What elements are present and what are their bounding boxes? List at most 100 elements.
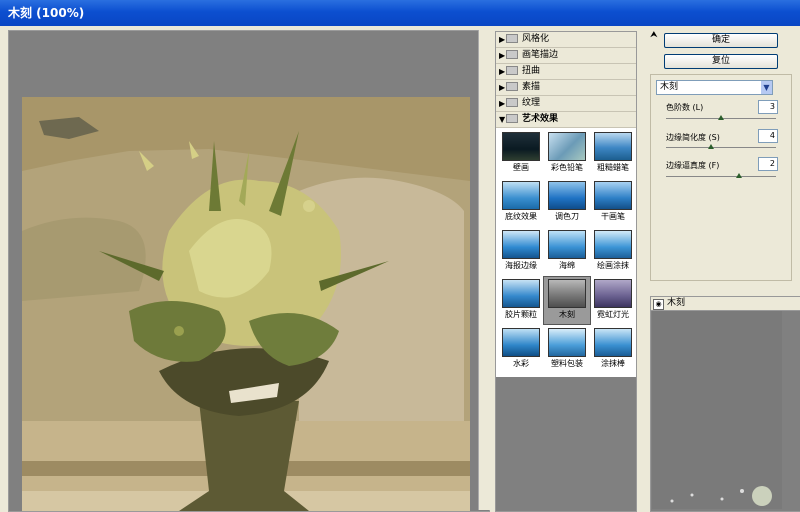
layers-list-area bbox=[652, 311, 782, 509]
filter-thumb-sponge[interactable]: 海绵 bbox=[544, 228, 590, 275]
expand-arrow-icon: ▶ bbox=[499, 35, 506, 44]
folder-icon bbox=[506, 50, 518, 59]
collapse-arrow-icon: ▼ bbox=[499, 115, 506, 124]
thumb-label: 胶片颗粒 bbox=[505, 310, 537, 319]
param-label-levels: 色阶数 (L) bbox=[666, 103, 704, 112]
slider-knob[interactable] bbox=[708, 144, 714, 149]
thumbnail-image bbox=[502, 328, 540, 357]
thumb-label: 水彩 bbox=[513, 359, 529, 368]
category-sketch[interactable]: ▶ 素描 bbox=[496, 80, 636, 96]
thumbnail-image bbox=[548, 328, 586, 357]
chevron-down-icon: ▼ bbox=[761, 81, 772, 94]
thumb-label: 海绵 bbox=[559, 261, 575, 270]
thumbnail-image bbox=[548, 132, 586, 161]
levels-input[interactable]: 3 bbox=[758, 100, 778, 114]
filter-gallery: ▶ 风格化 ▶ 画笔描边 ▶ 扭曲 ▶ 素描 ▶ 纹理 ▼ 艺术效果 壁画 彩色铅笔 粗糙蜡… bbox=[495, 31, 637, 512]
folder-icon bbox=[506, 34, 518, 43]
thumb-label: 涂抹棒 bbox=[601, 359, 625, 368]
thumbnail-image bbox=[502, 132, 540, 161]
collapse-gallery-icon[interactable]: ⮝ bbox=[650, 30, 658, 40]
filter-thumb-colored-pencil[interactable]: 彩色铅笔 bbox=[544, 130, 590, 177]
filter-thumb-plastic-wrap[interactable]: 塑料包装 bbox=[544, 326, 590, 373]
thumb-label: 霓虹灯光 bbox=[597, 310, 629, 319]
levels-slider[interactable] bbox=[666, 115, 776, 120]
filter-thumb-film-grain[interactable]: 胶片颗粒 bbox=[498, 277, 544, 324]
thumbnail-image bbox=[502, 230, 540, 259]
preview-scrollbar[interactable] bbox=[478, 30, 491, 510]
thumb-label: 底纹效果 bbox=[505, 212, 537, 221]
title-bar: 木刻 (100%) bbox=[0, 0, 800, 26]
eye-icon[interactable]: ◉ bbox=[653, 299, 664, 310]
edge-fidelity-slider[interactable] bbox=[666, 173, 776, 178]
thumbnail-image bbox=[594, 132, 632, 161]
filter-thumb-paint-daubs[interactable]: 绘画涂抹 bbox=[590, 228, 636, 275]
category-label: 风格化 bbox=[522, 34, 550, 44]
category-artistic[interactable]: ▼ 艺术效果 bbox=[496, 112, 636, 128]
expand-arrow-icon: ▶ bbox=[499, 83, 506, 92]
edge-simplicity-slider[interactable] bbox=[666, 144, 776, 149]
edge-fidelity-input[interactable]: 2 bbox=[758, 157, 778, 171]
slider-knob[interactable] bbox=[718, 115, 724, 120]
category-brush-strokes[interactable]: ▶ 画笔描边 bbox=[496, 48, 636, 64]
thumbnail-image bbox=[502, 181, 540, 210]
thumbnail-image bbox=[502, 279, 540, 308]
thumb-label: 绘画涂抹 bbox=[597, 261, 629, 270]
thumb-label: 壁画 bbox=[513, 163, 529, 172]
thumbnail-image bbox=[548, 181, 586, 210]
slider-knob[interactable] bbox=[736, 173, 742, 178]
folder-icon bbox=[506, 98, 518, 107]
window-title: 木刻 (100%) bbox=[8, 6, 85, 20]
category-texture[interactable]: ▶ 纹理 bbox=[496, 96, 636, 112]
expand-arrow-icon: ▶ bbox=[499, 99, 506, 108]
category-stylize[interactable]: ▶ 风格化 bbox=[496, 32, 636, 48]
preview-canvas[interactable] bbox=[8, 30, 490, 512]
category-label: 纹理 bbox=[522, 98, 541, 108]
thumbnail-image bbox=[548, 279, 586, 308]
folder-icon bbox=[506, 82, 518, 91]
param-label-edge-simplicity: 边缘简化度 (S) bbox=[666, 133, 720, 142]
filter-thumb-neon-glow[interactable]: 霓虹灯光 bbox=[590, 277, 636, 324]
thumbnail-image bbox=[548, 230, 586, 259]
effect-layer-label: 木刻 bbox=[667, 298, 686, 308]
reset-button[interactable]: 复位 bbox=[664, 54, 778, 69]
thumb-label: 木刻 bbox=[559, 310, 575, 319]
effect-layers-panel: ◉ 木刻 bbox=[650, 296, 800, 512]
category-label: 扭曲 bbox=[522, 66, 541, 76]
edge-simplicity-input[interactable]: 4 bbox=[758, 129, 778, 143]
effect-layer-row[interactable]: ◉ 木刻 bbox=[651, 297, 800, 311]
thumb-label: 干画笔 bbox=[601, 212, 625, 221]
thumb-label: 塑料包装 bbox=[551, 359, 583, 368]
folder-icon bbox=[506, 66, 518, 75]
filter-thumb-cutout[interactable]: 木刻 bbox=[543, 276, 591, 325]
filter-select-value: 木刻 bbox=[660, 82, 679, 92]
thumb-label: 调色刀 bbox=[555, 212, 579, 221]
param-label-edge-fidelity: 边缘逼真度 (F) bbox=[666, 161, 720, 170]
category-label: 素描 bbox=[522, 82, 541, 92]
filter-thumb-palette-knife[interactable]: 调色刀 bbox=[544, 179, 590, 226]
thumbnail-image bbox=[594, 181, 632, 210]
filter-thumb-fresco[interactable]: 壁画 bbox=[498, 130, 544, 177]
thumb-label: 彩色铅笔 bbox=[551, 163, 583, 172]
category-label: 艺术效果 bbox=[522, 114, 559, 124]
filter-thumb-smudge-stick[interactable]: 涂抹棒 bbox=[590, 326, 636, 373]
expand-arrow-icon: ▶ bbox=[499, 67, 506, 76]
filter-thumb-poster-edges[interactable]: 海报边缘 bbox=[498, 228, 544, 275]
filter-thumb-dry-brush[interactable]: 干画笔 bbox=[590, 179, 636, 226]
ok-button[interactable]: 确定 bbox=[664, 33, 778, 48]
woodcut-preview-image bbox=[9, 31, 489, 511]
expand-arrow-icon: ▶ bbox=[499, 51, 506, 60]
thumbnail-image bbox=[594, 279, 632, 308]
thumb-label: 海报边缘 bbox=[505, 261, 537, 270]
layers-decoration bbox=[670, 486, 772, 506]
category-label: 画笔描边 bbox=[522, 50, 559, 60]
thumb-label: 粗糙蜡笔 bbox=[597, 163, 629, 172]
filter-thumb-rough-pastels[interactable]: 粗糙蜡笔 bbox=[590, 130, 636, 177]
thumbnail-image bbox=[594, 230, 632, 259]
thumbnail-image bbox=[594, 328, 632, 357]
folder-open-icon bbox=[506, 114, 518, 123]
thumbnail-grid: 壁画 彩色铅笔 粗糙蜡笔 底纹效果 调色刀 干画笔 海报边缘 海绵 绘画涂抹 胶… bbox=[496, 128, 636, 377]
filter-thumb-underpainting[interactable]: 底纹效果 bbox=[498, 179, 544, 226]
category-distort[interactable]: ▶ 扭曲 bbox=[496, 64, 636, 80]
filter-select[interactable]: 木刻 ▼ bbox=[656, 80, 773, 95]
filter-thumb-watercolor[interactable]: 水彩 bbox=[498, 326, 544, 373]
